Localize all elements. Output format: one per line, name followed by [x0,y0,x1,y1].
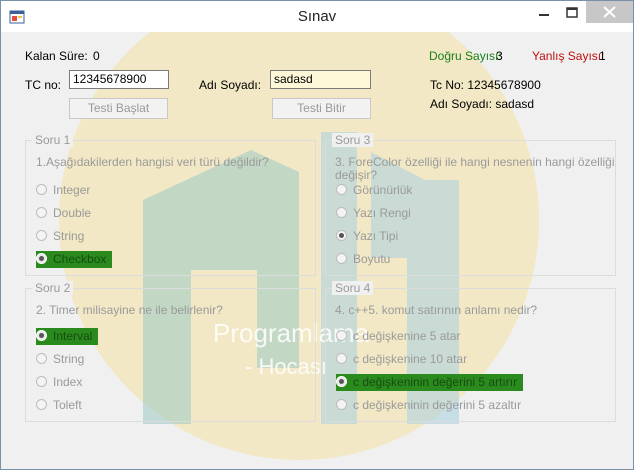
question-1-text: 1.Aşağıdakilerden hangisi veri türü deği… [36,155,269,169]
radio-icon [336,353,347,365]
q2-option-interval[interactable]: Interval [36,328,99,345]
q3-option-boyutu[interactable]: Boyutu [336,251,390,268]
question-1-title: Soru 1 [32,133,74,147]
name-label: Adı Soyadı: [199,78,262,92]
radio-icon [336,399,347,411]
question-2-text: 2. Timer milisayine ne ile belirlenir? [36,303,223,317]
remaining-time-label: Kalan Süre: [25,49,88,63]
question-3-text-line2: değişir? [335,168,378,182]
q2-option-string[interactable]: String [36,351,84,368]
q2-option-toleft[interactable]: Toleft [36,397,82,414]
close-button[interactable] [586,1,633,23]
q1-option-checkbox[interactable]: Checkbox [36,251,113,268]
radio-icon [36,376,47,388]
q3-option-yazi-rengi[interactable]: Yazı Rengi [336,205,411,222]
minimize-icon [539,14,549,16]
client-area: Programlama - Hocası Kalan Süre: 0 Doğru… [1,32,633,469]
question-3-title: Soru 3 [332,133,374,147]
finish-test-button[interactable]: Testi Bitir [272,98,371,119]
start-test-button[interactable]: Testi Başlat [69,98,168,119]
question-4-title: Soru 4 [332,281,374,295]
radio-icon [336,184,347,196]
tc-no-input[interactable]: 12345678900 [69,70,169,89]
maximize-button[interactable] [557,1,587,23]
radio-icon [336,207,347,219]
question-1-group: Soru 1 1.Aşağıdakilerden hangisi veri tü… [25,133,316,276]
radio-icon [36,230,47,242]
radio-icon [36,399,47,411]
radio-icon [336,330,347,342]
tc-no-label: TC no: [25,78,62,92]
exam-window: Sınav Programlama - Hocası Kalan Süre: 0… [0,0,634,470]
q4-option-5-atar[interactable]: c değişkenine 5 atar [336,328,460,345]
q3-option-gorunurluk[interactable]: Görünürlük [336,182,412,199]
question-2-group: Soru 2 2. Timer milisayine ne ile belirl… [25,281,316,422]
minimize-button[interactable] [529,1,559,23]
q4-option-5-artirir[interactable]: c değişkeninin değerini 5 artırır [336,374,524,391]
q4-option-5-azaltir[interactable]: c değişkeninin değerini 5 azaltır [336,397,521,414]
question-4-text: 4. c++5. komut satırının anlamı nedir? [335,303,538,317]
question-2-title: Soru 2 [32,281,74,295]
q2-option-index[interactable]: Index [36,374,82,391]
radio-icon [336,253,347,265]
radio-icon [36,353,47,365]
q4-option-10-atar[interactable]: c değişkenine 10 atar [336,351,467,368]
radio-selected-icon [336,376,347,388]
name-input[interactable]: sadasd [270,70,371,89]
q3-option-yazi-tipi[interactable]: Yazı Tipi [336,228,398,245]
correct-count-label: Doğru Sayısı: [429,49,502,63]
correct-count-value: 3 [496,49,503,63]
title-bar: Sınav [1,1,633,32]
info-name: Adı Soyadı: sadasd [430,97,535,111]
q1-option-integer[interactable]: Integer [36,182,90,199]
q1-option-string[interactable]: String [36,228,84,245]
q1-option-double[interactable]: Double [36,205,91,222]
close-icon [603,6,616,18]
info-tc: Tc No: 12345678900 [430,78,541,92]
question-4-group: Soru 4 4. c++5. komut satırının anlamı n… [325,281,616,422]
maximize-icon [566,7,578,18]
question-3-group: Soru 3 3. ForeColor özelliği ile hangi n… [325,133,616,276]
radio-selected-icon [36,253,47,265]
radio-icon [36,207,47,219]
wrong-count-value: 1 [599,49,606,63]
remaining-time-value: 0 [93,49,100,63]
radio-selected-icon [36,330,47,342]
wrong-count-label: Yanlış Sayısı: [532,49,605,63]
radio-selected-icon [336,230,347,242]
radio-icon [36,184,47,196]
